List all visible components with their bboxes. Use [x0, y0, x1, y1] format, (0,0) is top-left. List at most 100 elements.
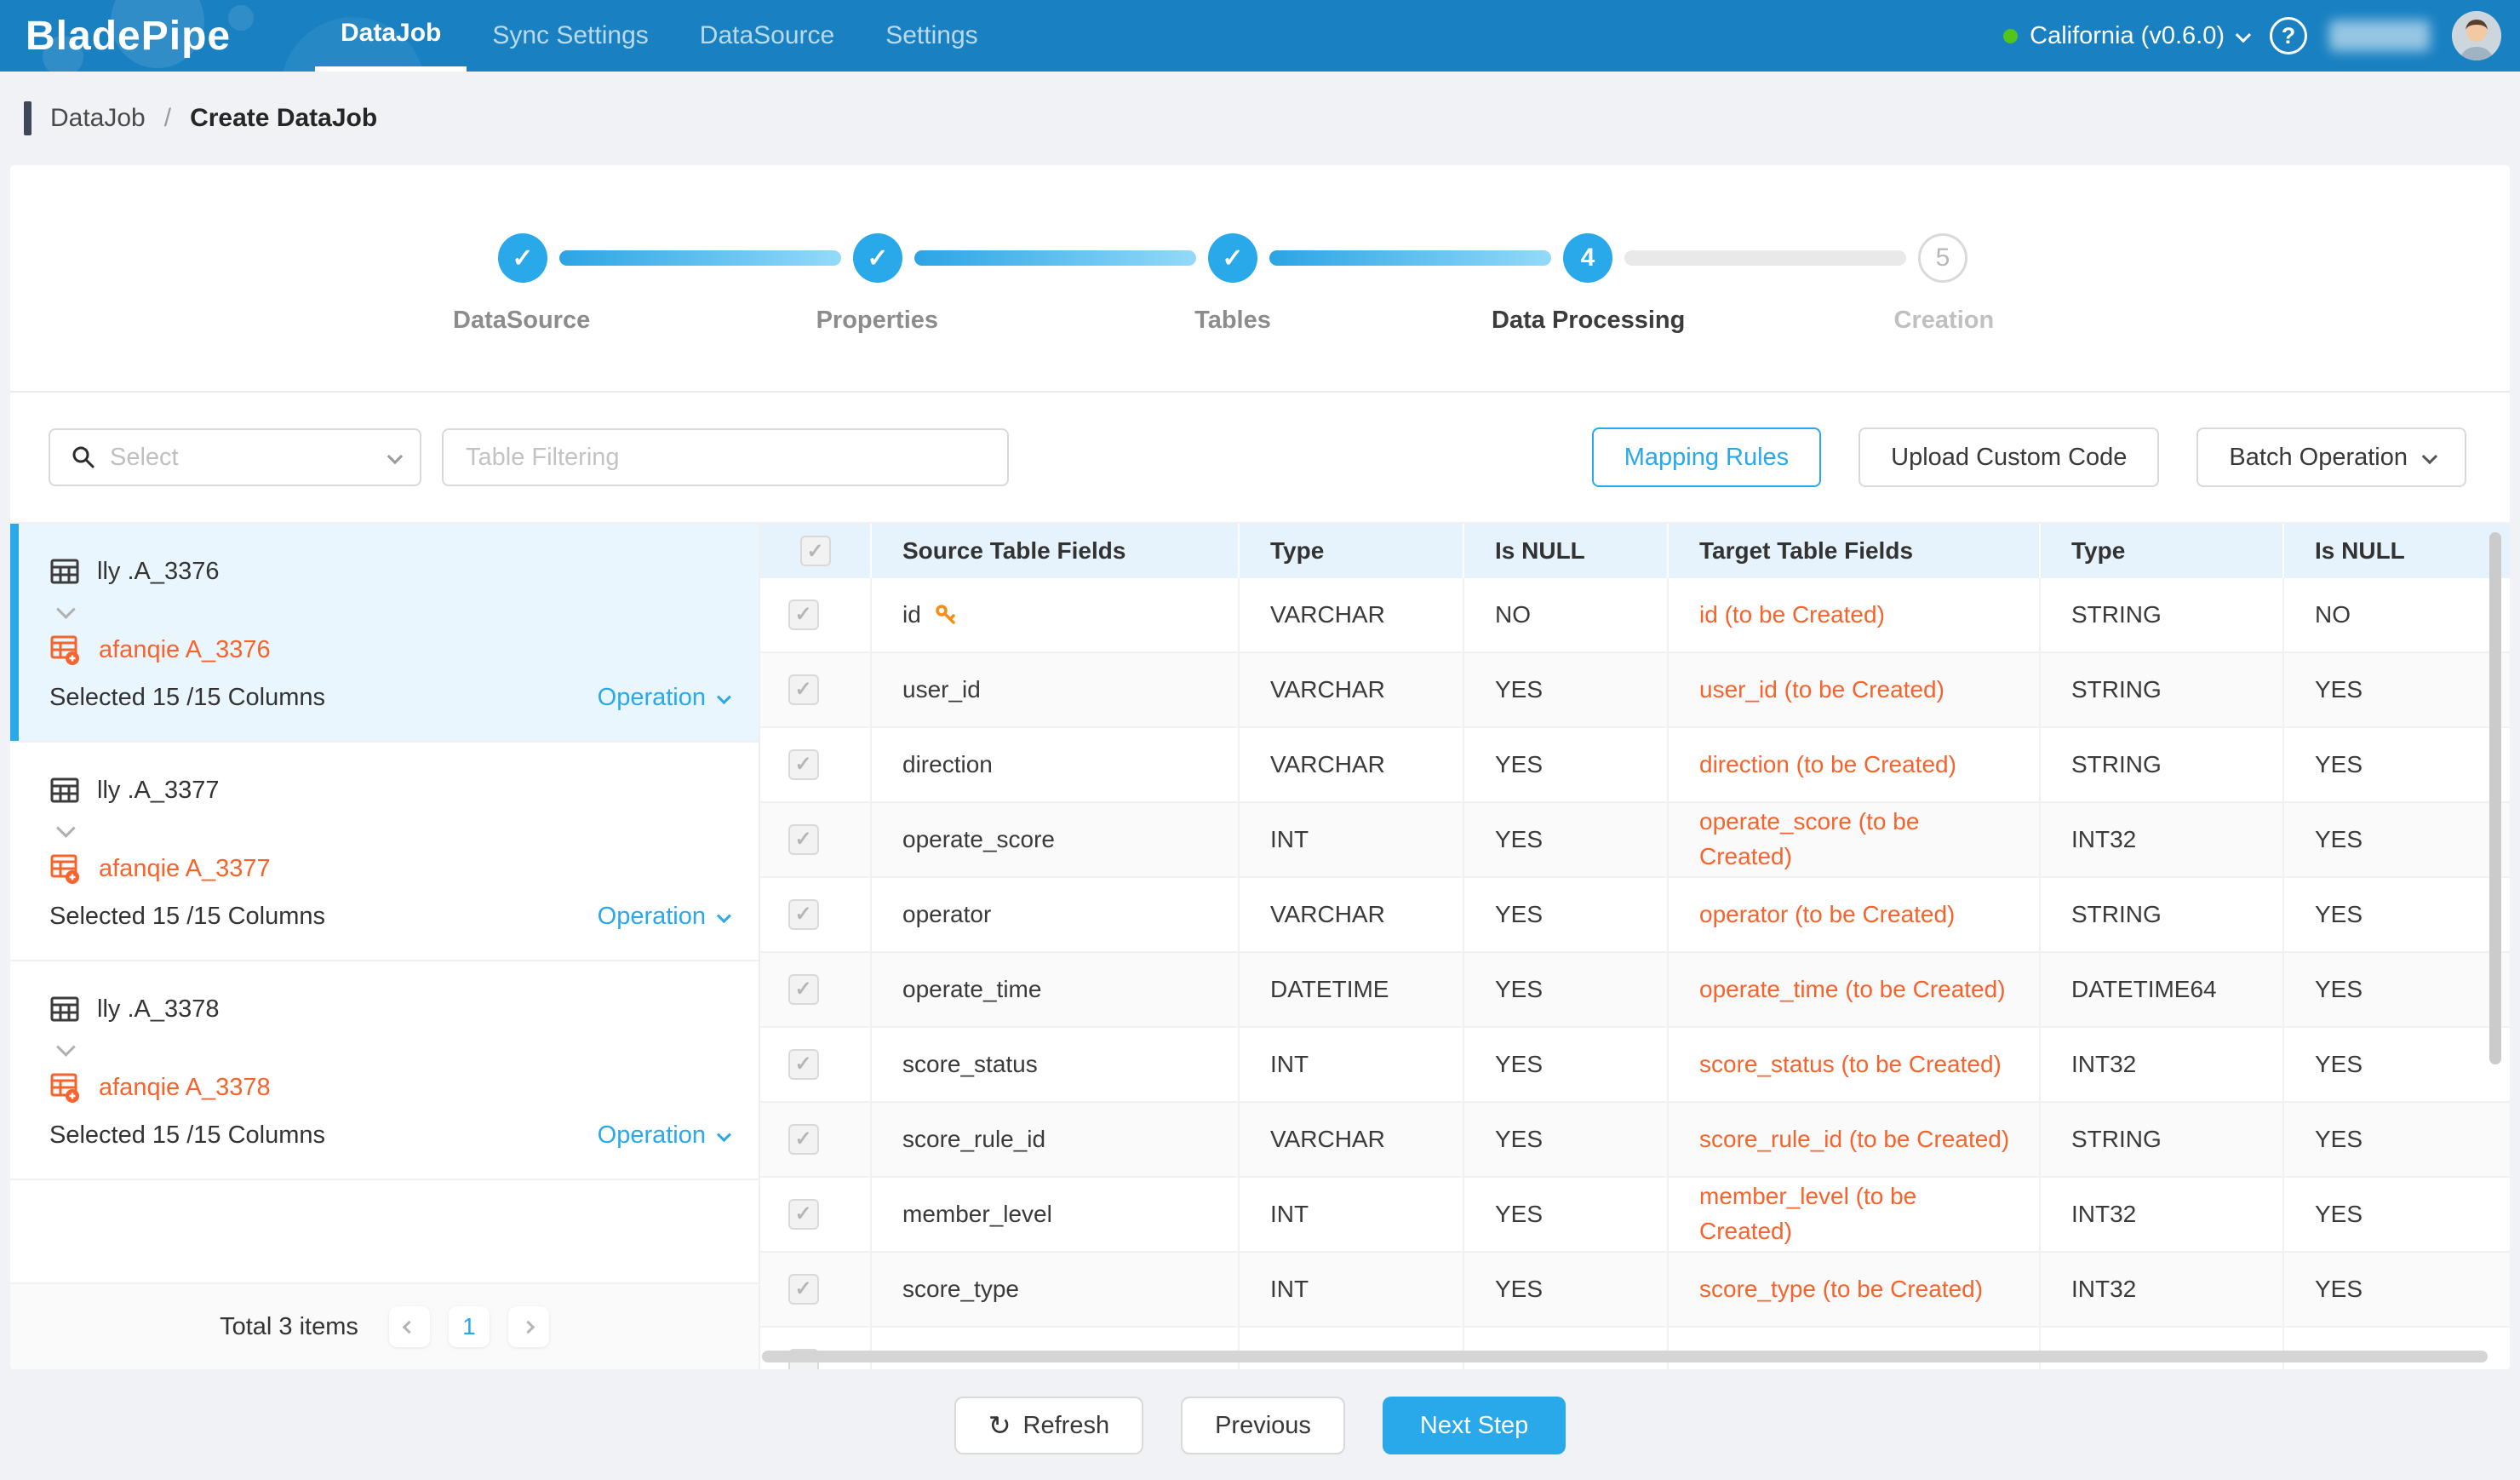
table-row: ✓ id VARCHAR NO id (to be Created): [760, 578, 2510, 653]
source-field-nullable: YES: [1464, 653, 1669, 726]
step-circle-creation: 5: [1918, 233, 1967, 283]
step-connector: [1624, 250, 1906, 266]
table-filter-input[interactable]: [442, 428, 1009, 486]
sidebar-pagination: Total 3 items 1: [10, 1282, 759, 1369]
horizontal-scrollbar[interactable]: [762, 1351, 2488, 1362]
source-field-nullable: YES: [1464, 803, 1669, 876]
table-pair-item[interactable]: lly .A_3377: [10, 743, 759, 961]
target-field-name: id (to be Created): [1669, 578, 2041, 651]
target-field-nullable: YES: [2284, 1028, 2510, 1101]
row-checkbox[interactable]: ✓: [788, 674, 819, 705]
chevron-down-icon: [2236, 26, 2251, 42]
target-field-name: score_status (to be Created): [1669, 1028, 2041, 1101]
breadcrumb: DataJob / Create DataJob: [0, 72, 2520, 165]
app-logo[interactable]: BladePipe: [0, 0, 281, 72]
pagination-page-1[interactable]: 1: [449, 1306, 490, 1347]
field-table-header: ✓ Source Table Fields Type Is NULL Targe…: [760, 524, 2510, 578]
table-row: ✓ member_level INT YES member_level (to …: [760, 1178, 2510, 1253]
environment-label: California (v0.6.0): [2030, 22, 2225, 50]
source-field-type: DATETIME: [1240, 953, 1464, 1026]
chevron-down-icon[interactable]: [56, 1037, 76, 1057]
source-field-name: operator: [902, 898, 991, 932]
operation-dropdown[interactable]: Operation: [598, 684, 728, 712]
selected-columns-text: Selected 15 /15 Columns: [49, 903, 325, 931]
row-checkbox[interactable]: ✓: [788, 1274, 819, 1305]
operation-dropdown[interactable]: Operation: [598, 903, 728, 931]
table-pair-item[interactable]: lly .A_3376: [10, 524, 759, 743]
pagination-total: Total 3 items: [220, 1313, 358, 1341]
batch-operation-button[interactable]: Batch Operation: [2196, 427, 2466, 487]
row-checkbox[interactable]: ✓: [788, 599, 819, 630]
target-field-name: operator (to be Created): [1669, 878, 2041, 951]
avatar[interactable]: [2452, 11, 2501, 60]
table-row: ✓ score_status INT YES score_status (to …: [760, 1028, 2510, 1103]
row-checkbox[interactable]: ✓: [788, 749, 819, 780]
row-checkbox[interactable]: ✓: [788, 1124, 819, 1155]
breadcrumb-accent-bar: [24, 101, 32, 135]
vertical-scrollbar[interactable]: [2489, 532, 2501, 1064]
nav-tab-settings[interactable]: Settings: [860, 0, 1003, 72]
chevron-down-icon[interactable]: [56, 599, 76, 619]
source-field-name: operate_score: [902, 823, 1055, 858]
row-checkbox[interactable]: ✓: [788, 824, 819, 855]
chevron-down-icon[interactable]: [56, 818, 76, 838]
previous-button[interactable]: Previous: [1181, 1397, 1345, 1454]
target-table-name: afanqie A_3377: [99, 855, 271, 883]
source-field-type: VARCHAR: [1240, 728, 1464, 801]
sidebar-filler: [10, 1180, 759, 1282]
target-field-nullable: YES: [2284, 803, 2510, 876]
table-select-dropdown[interactable]: Select: [49, 428, 421, 486]
table-pair-item[interactable]: lly .A_3378: [10, 961, 759, 1180]
selected-columns-text: Selected 15 /15 Columns: [49, 684, 325, 712]
source-table-name: lly .A_3378: [97, 995, 220, 1024]
wizard-stepper: 4 5 DataSource Properties Tables Data Pr…: [10, 165, 2510, 393]
field-mapping-table: ✓ Source Table Fields Type Is NULL Targe…: [760, 522, 2510, 1369]
upload-custom-code-button[interactable]: Upload Custom Code: [1858, 427, 2159, 487]
selected-columns-text: Selected 15 /15 Columns: [49, 1121, 325, 1150]
source-field-name: score_type: [902, 1272, 1019, 1307]
col-target-null: Is NULL: [2284, 524, 2510, 578]
target-field-type: STRING: [2041, 1103, 2284, 1176]
source-field-type: INT: [1240, 1253, 1464, 1326]
source-field-nullable: YES: [1464, 1028, 1669, 1101]
username-blurred: [2329, 20, 2430, 51]
row-checkbox[interactable]: ✓: [788, 899, 819, 930]
col-target-type: Type: [2041, 524, 2284, 578]
table-row: ✓ user_id VARCHAR YES user_id (to be Cre…: [760, 653, 2510, 728]
source-field-nullable: YES: [1464, 953, 1669, 1026]
step-circle-data-processing: 4: [1563, 233, 1612, 283]
step-label-datasource: DataSource: [453, 307, 590, 335]
refresh-button[interactable]: ↻ Refresh: [954, 1397, 1143, 1454]
source-field-name: direction: [902, 748, 993, 783]
search-icon: [71, 445, 96, 470]
target-field-nullable: YES: [2284, 653, 2510, 726]
pagination-prev-button[interactable]: [389, 1306, 430, 1347]
row-checkbox[interactable]: ✓: [788, 974, 819, 1005]
table-row: ✓ operate_score INT YES operate_score (t…: [760, 803, 2510, 878]
table-toolbar: Select Mapping Rules Upload Custom Code …: [10, 393, 2510, 522]
target-table-name: afanqie A_3378: [99, 1074, 271, 1102]
pagination-next-button[interactable]: [508, 1306, 549, 1347]
nav-tab-datasource[interactable]: DataSource: [674, 0, 860, 72]
mapping-rules-button[interactable]: Mapping Rules: [1592, 427, 1821, 487]
refresh-icon: ↻: [988, 1409, 1011, 1442]
operation-label: Operation: [598, 684, 706, 712]
operation-dropdown[interactable]: Operation: [598, 1121, 728, 1150]
step-label-tables: Tables: [1194, 307, 1271, 335]
help-icon[interactable]: ?: [2270, 17, 2307, 54]
environment-selector[interactable]: California (v0.6.0): [2003, 22, 2248, 50]
target-field-nullable: YES: [2284, 953, 2510, 1026]
source-field-type: INT: [1240, 1178, 1464, 1251]
row-checkbox[interactable]: ✓: [788, 1199, 819, 1230]
row-checkbox[interactable]: ✓: [788, 1049, 819, 1080]
next-step-button[interactable]: Next Step: [1383, 1397, 1566, 1454]
target-field-nullable: YES: [2284, 878, 2510, 951]
nav-tab-sync-settings[interactable]: Sync Settings: [467, 0, 673, 72]
target-field-name: user_id (to be Created): [1669, 653, 2041, 726]
breadcrumb-parent[interactable]: DataJob: [50, 104, 146, 133]
step-label-creation: Creation: [1894, 307, 1995, 335]
select-all-checkbox[interactable]: ✓: [800, 536, 831, 566]
source-field-name: id: [902, 598, 921, 633]
source-field-nullable: YES: [1464, 1178, 1669, 1251]
source-field-type: VARCHAR: [1240, 653, 1464, 726]
